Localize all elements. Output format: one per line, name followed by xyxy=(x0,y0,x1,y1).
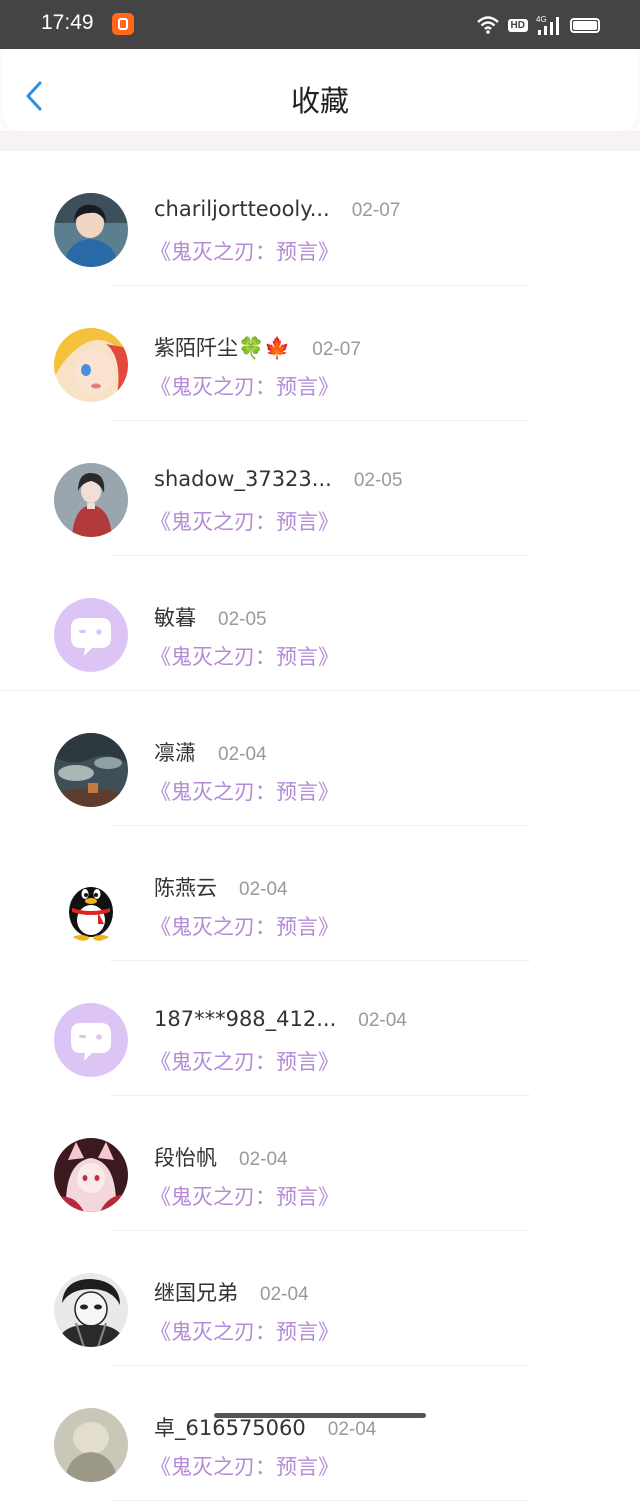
book-title-link[interactable]: 《鬼灭之刃：预言》 xyxy=(150,1316,339,1346)
user-name: 紫陌阡尘🍀🍁 xyxy=(154,336,291,360)
favorites-list: chariljortteooly... 02-07 《鬼灭之刃：预言》 紫陌阡尘… xyxy=(0,151,640,1501)
item-date: 02-05 xyxy=(218,609,267,630)
book-title-link[interactable]: 《鬼灭之刃：预言》 xyxy=(150,371,339,401)
user-name: 敏暮 xyxy=(154,606,196,630)
item-date: 02-07 xyxy=(351,200,401,221)
user-name: 继国兄弟 xyxy=(154,1281,238,1305)
list-item[interactable]: 紫陌阡尘🍀🍁 02-07 《鬼灭之刃：预言》 xyxy=(0,286,640,421)
status-time: 17:49 xyxy=(41,11,94,34)
user-name: 187***988_412... xyxy=(154,1007,337,1031)
user-name: chariljortteooly... xyxy=(154,197,330,221)
list-item[interactable]: 陈燕云 02-04 《鬼灭之刃：预言》 xyxy=(0,826,640,961)
list-item[interactable]: 卓_616575060 02-04 《鬼灭之刃：预言》 xyxy=(0,1366,640,1501)
avatar-partial[interactable] xyxy=(54,1408,128,1482)
header-separator xyxy=(0,131,640,151)
list-item[interactable]: 继国兄弟 02-04 《鬼灭之刃：预言》 xyxy=(0,1231,640,1366)
list-item[interactable]: 凛潇 02-04 《鬼灭之刃：预言》 xyxy=(0,691,640,826)
status-icons: HD 4G xyxy=(476,13,600,37)
item-date: 02-07 xyxy=(312,339,361,360)
avatar-red-dress[interactable] xyxy=(54,463,128,537)
user-name: 陈燕云 xyxy=(154,876,217,900)
item-date: 02-04 xyxy=(358,1010,407,1031)
avatar-default-chat[interactable] xyxy=(54,1003,128,1077)
app-notification-icon xyxy=(112,13,134,35)
item-date: 02-04 xyxy=(239,1149,288,1170)
item-date: 02-04 xyxy=(218,744,267,765)
avatar-blue-hoodie[interactable] xyxy=(54,193,128,267)
wifi-icon xyxy=(476,16,499,34)
book-title-link[interactable]: 《鬼灭之刃：预言》 xyxy=(150,776,339,806)
list-item[interactable]: 187***988_412... 02-04 《鬼灭之刃：预言》 xyxy=(0,961,640,1096)
avatar-sketch[interactable] xyxy=(54,1273,128,1347)
network-type: 4G xyxy=(536,15,547,24)
book-title-link[interactable]: 《鬼灭之刃：预言》 xyxy=(150,641,339,671)
item-header: 敏暮 02-05 xyxy=(154,602,267,632)
signal-icon: 4G xyxy=(536,15,559,35)
status-bar: 17:49 HD 4G xyxy=(0,0,640,49)
book-title-link[interactable]: 《鬼灭之刃：预言》 xyxy=(150,236,339,266)
user-name: shadow_37323... xyxy=(154,467,332,491)
list-item[interactable]: 段怡帆 02-04 《鬼灭之刃：预言》 xyxy=(0,1096,640,1231)
app-header: 收藏 xyxy=(2,49,638,131)
item-date: 02-04 xyxy=(239,879,288,900)
home-indicator[interactable] xyxy=(214,1413,426,1418)
item-header: 陈燕云 02-04 xyxy=(154,872,288,902)
hd-badge: HD xyxy=(507,18,528,32)
avatar-qq-penguin[interactable] xyxy=(54,868,128,942)
list-item[interactable]: chariljortteooly... 02-07 《鬼灭之刃：预言》 xyxy=(0,151,640,286)
user-name: 凛潇 xyxy=(154,741,196,765)
page-title: 收藏 xyxy=(290,84,349,118)
book-title-link[interactable]: 《鬼灭之刃：预言》 xyxy=(150,1046,339,1076)
item-header: 继国兄弟 02-04 xyxy=(154,1277,309,1307)
item-header: 段怡帆 02-04 xyxy=(154,1142,288,1172)
avatar-default-chat[interactable] xyxy=(54,598,128,672)
item-date: 02-05 xyxy=(353,470,403,491)
book-title-link[interactable]: 《鬼灭之刃：预言》 xyxy=(150,1181,339,1211)
user-name: 段怡帆 xyxy=(154,1146,217,1170)
avatar-blonde-anime[interactable] xyxy=(54,328,128,402)
item-header: 凛潇 02-04 xyxy=(154,737,267,767)
item-date: 02-04 xyxy=(327,1419,377,1440)
battery-icon xyxy=(570,17,600,33)
book-title-link[interactable]: 《鬼灭之刃：预言》 xyxy=(150,1451,339,1481)
avatar-fox-girl[interactable] xyxy=(54,1138,128,1212)
avatar-painting[interactable] xyxy=(54,733,128,807)
item-date: 02-04 xyxy=(260,1284,309,1305)
item-header: 紫陌阡尘🍀🍁 02-07 xyxy=(154,332,361,362)
item-header: chariljortteooly... 02-07 xyxy=(154,197,400,222)
list-item[interactable]: 敏暮 02-05 《鬼灭之刃：预言》 xyxy=(0,556,640,691)
item-header: 187***988_412... 02-04 xyxy=(154,1007,407,1032)
list-item[interactable]: shadow_37323... 02-05 《鬼灭之刃：预言》 xyxy=(0,421,640,556)
book-title-link[interactable]: 《鬼灭之刃：预言》 xyxy=(150,506,339,536)
item-header: shadow_37323... 02-05 xyxy=(154,467,402,492)
book-title-link[interactable]: 《鬼灭之刃：预言》 xyxy=(150,911,339,941)
